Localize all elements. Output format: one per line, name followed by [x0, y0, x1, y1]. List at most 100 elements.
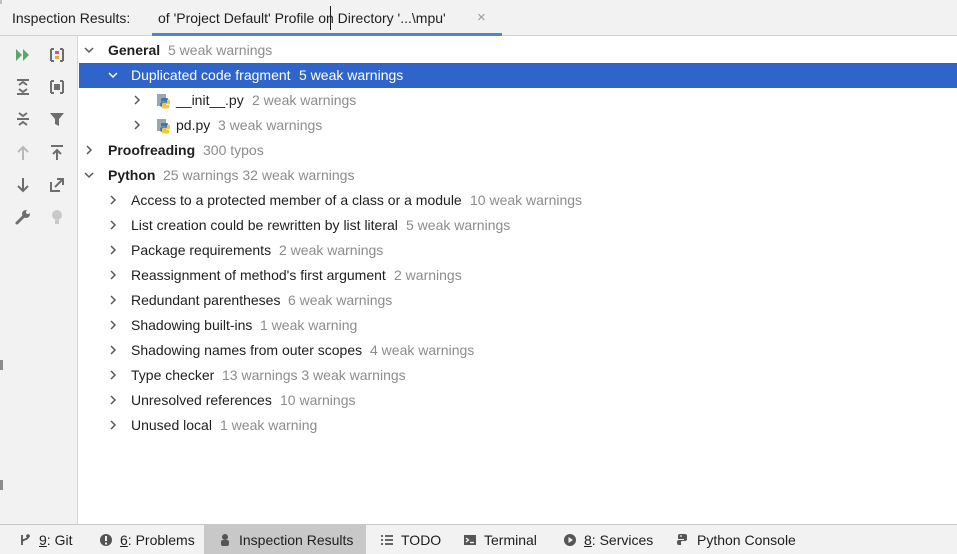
tree-row[interactable]: Shadowing names from outer scopes 4 weak …: [79, 338, 957, 363]
chevron-right-icon[interactable]: [107, 219, 119, 231]
chevron-right-icon[interactable]: [107, 344, 119, 356]
tab-terminal-label: Terminal: [484, 531, 537, 548]
tab-services-label: : Services: [591, 531, 654, 548]
group-by-directory-icon[interactable]: [46, 76, 68, 98]
tree-row-label: Duplicated code fragment: [131, 67, 291, 83]
tree-row[interactable]: General 5 weak warnings: [79, 38, 957, 63]
expand-all-icon[interactable]: [12, 76, 34, 98]
tree-row[interactable]: List creation could be rewritten by list…: [79, 213, 957, 238]
quick-fix-bulb-icon[interactable]: [46, 206, 68, 228]
tree-row-label: Package requirements: [131, 242, 272, 258]
chevron-right-icon[interactable]: [107, 369, 119, 381]
tree-row[interactable]: Duplicated code fragment 5 weak warnings: [79, 63, 957, 88]
tree-row-count: 10 warnings: [280, 392, 356, 408]
python-file-icon: [156, 118, 172, 134]
chevron-right-icon[interactable]: [131, 119, 143, 131]
tab-problems-mnemonic: 6: [120, 531, 128, 548]
tab-problems[interactable]: 6: Problems: [89, 525, 205, 554]
tree-row[interactable]: Access to a protected member of a class …: [79, 188, 957, 213]
tree-row[interactable]: Unused local 1 weak warning: [79, 413, 957, 438]
chevron-right-icon[interactable]: [107, 394, 119, 406]
inspection-toolbar: [0, 36, 78, 524]
collapse-all-icon[interactable]: [12, 108, 34, 130]
tab-inspection-results[interactable]: Inspection Results: [204, 525, 367, 554]
tab-python-console-label: Python Console: [697, 531, 796, 548]
chevron-right-icon[interactable]: [107, 319, 119, 331]
tab-python-console[interactable]: Python Console: [666, 525, 806, 554]
autoscroll-to-source-icon[interactable]: [46, 174, 68, 196]
header-label: Inspection Results:: [12, 10, 131, 26]
tree-row-label: Proofreading: [108, 142, 196, 158]
terminal-icon: [464, 534, 476, 545]
next-problem-icon[interactable]: [12, 174, 34, 196]
text-caret: [330, 6, 331, 30]
tab-services-mnemonic: 8: [584, 531, 592, 548]
chevron-right-icon[interactable]: [107, 419, 119, 431]
tab-terminal[interactable]: Terminal: [453, 525, 547, 554]
tree-row-label: Python: [108, 167, 156, 183]
tree-row-label: __init__.py: [176, 92, 244, 108]
chevron-down-icon[interactable]: [83, 169, 95, 181]
inspection-icon: [221, 533, 229, 546]
chevron-right-icon[interactable]: [107, 294, 119, 306]
chevron-right-icon[interactable]: [83, 144, 95, 156]
tree-row[interactable]: Unresolved references 10 warnings: [79, 388, 957, 413]
close-icon[interactable]: ×: [477, 9, 486, 26]
tab-todo[interactable]: TODO: [370, 525, 451, 554]
tree-row[interactable]: pd.py 3 weak warnings: [79, 113, 957, 138]
tree-row-label: Shadowing built-ins: [131, 317, 253, 333]
tab-git-label: : Git: [46, 531, 73, 548]
tree-row-count: 1 weak warning: [260, 317, 358, 333]
problems-icon: [100, 533, 112, 546]
tree-row-count: 2 weak warnings: [279, 242, 384, 258]
tree-row-label: List creation could be rewritten by list…: [131, 217, 398, 233]
tree-row[interactable]: Proofreading 300 typos: [79, 138, 957, 163]
tab-git-mnemonic: 9: [39, 531, 47, 548]
tree-row-label: Reassignment of method's first argument: [131, 267, 386, 283]
tab-services[interactable]: 8: Services: [553, 525, 663, 554]
chevron-down-icon[interactable]: [83, 44, 95, 56]
inspection-tree: General 5 weak warnings Duplicated code fr…: [79, 38, 957, 522]
tree-row-count: 25 warnings 32 weak warnings: [163, 167, 355, 183]
chevron-right-icon[interactable]: [131, 94, 143, 106]
tree-row[interactable]: __init__.py 2 weak warnings: [79, 88, 957, 113]
tree-row-count: 10 weak warnings: [470, 192, 583, 208]
export-icon[interactable]: [46, 142, 68, 164]
tree-row[interactable]: Redundant parentheses 6 weak warnings: [79, 288, 957, 313]
tree-row[interactable]: Reassignment of method's first argument 2…: [79, 263, 957, 288]
chevron-right-icon[interactable]: [107, 244, 119, 256]
tree-row-label: General: [108, 42, 161, 58]
tab-todo-label: TODO: [401, 531, 442, 548]
tree-row-label: pd.py: [176, 117, 211, 133]
git-branch-icon: [21, 533, 30, 545]
filter-icon[interactable]: [46, 108, 68, 130]
tree-row-count: 5 weak warnings: [168, 42, 273, 58]
edge-mark: [0, 0, 2, 4]
settings-wrench-icon[interactable]: [12, 206, 34, 228]
chevron-down-icon[interactable]: [107, 69, 119, 81]
chevron-right-icon[interactable]: [107, 269, 119, 281]
tree-row-count: 1 weak warning: [220, 417, 318, 433]
tree-row-count: 4 weak warnings: [370, 342, 475, 358]
edge-mark: [0, 360, 3, 370]
tree-row-label: Unresolved references: [131, 392, 272, 408]
previous-problem-icon[interactable]: [12, 142, 34, 164]
tree-row-count: 6 weak warnings: [288, 292, 393, 308]
tree-row[interactable]: Shadowing built-ins 1 weak warning: [79, 313, 957, 338]
rerun-icon[interactable]: [12, 44, 34, 66]
tab-git[interactable]: 9: Git: [8, 525, 82, 554]
tree-row-label: Shadowing names from outer scopes: [131, 342, 363, 358]
tab-inspection-profile[interactable]: of 'Project Default' Profile on Director…: [152, 0, 502, 36]
tree-row-count: 5 weak warnings: [299, 67, 404, 83]
tree-row-count: 3 weak warnings: [218, 117, 323, 133]
tab-inspection-results-label: Inspection Results: [239, 531, 354, 548]
group-by-severity-icon[interactable]: [46, 44, 68, 66]
chevron-right-icon[interactable]: [107, 194, 119, 206]
tree-row[interactable]: Type checker 13 warnings 3 weak warnings: [79, 363, 957, 388]
tree-row-count: 300 typos: [203, 142, 264, 158]
tree-row[interactable]: Package requirements 2 weak warnings: [79, 238, 957, 263]
python-console-icon: [677, 533, 687, 545]
tab-title: of 'Project Default' Profile on Director…: [158, 10, 446, 26]
tree-row[interactable]: Python 25 warnings 32 weak warnings: [79, 163, 957, 188]
tree-row-label: Access to a protected member of a class …: [131, 192, 462, 208]
